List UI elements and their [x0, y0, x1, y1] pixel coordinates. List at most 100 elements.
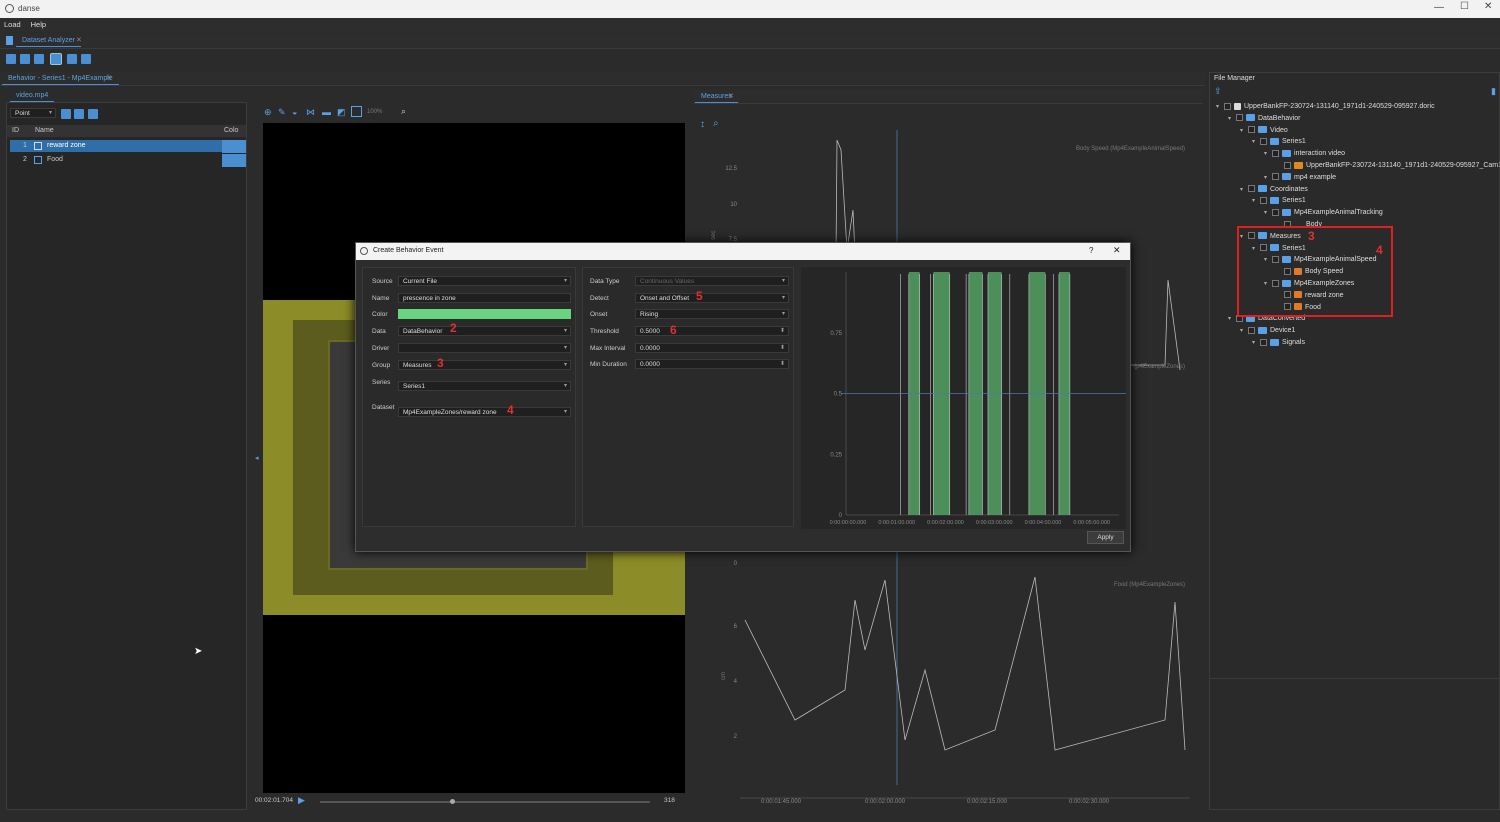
expand-arrow-icon[interactable]: ▾	[1264, 148, 1272, 160]
max-interval-spinbox[interactable]: 0.0000 ⬍	[635, 343, 789, 353]
threshold-spinbox[interactable]: 0.5000 ⬍	[635, 326, 789, 336]
data-type-select[interactable]: Continuous Values ▾	[635, 276, 789, 286]
row-color-swatch[interactable]	[222, 140, 246, 153]
expand-arrow-icon[interactable]: ▾	[1216, 101, 1224, 113]
new-file-icon[interactable]	[6, 54, 16, 64]
apply-button[interactable]: Apply	[1087, 531, 1124, 544]
menu-help[interactable]: Help	[27, 18, 50, 31]
min-duration-spinbox[interactable]: 0.0000 ⬍	[635, 359, 789, 369]
open-file-icon[interactable]	[20, 54, 30, 64]
zoom-icon[interactable]: ⌕	[713, 118, 719, 129]
table-row[interactable]: 2 Food	[10, 154, 246, 167]
onset-select[interactable]: Rising ▾	[635, 309, 789, 319]
maximize-button[interactable]: ☐	[1460, 1, 1469, 12]
minimize-button[interactable]: —	[1434, 2, 1444, 13]
plot-bottom-xtick: 0:00:02:15.000	[967, 799, 1008, 805]
tree-item[interactable]: UpperBankFP-230724-131140_1971d1-240529-…	[1276, 160, 1500, 172]
mode-select[interactable]: Point ▾	[10, 108, 56, 118]
expand-arrow-icon[interactable]: ▾	[1252, 136, 1260, 148]
expand-arrow-icon[interactable]: ▾	[1264, 172, 1272, 184]
data-select[interactable]: DataBehavior ▾	[398, 326, 571, 336]
source-select[interactable]: Current File ▾	[398, 276, 571, 286]
expand-arrow-icon[interactable]: ▾	[1240, 125, 1248, 137]
play-icon[interactable]: ▶	[298, 795, 305, 806]
expand-icon[interactable]	[351, 106, 362, 117]
expand-arrow-icon[interactable]: ▾	[1252, 337, 1260, 349]
tree-item[interactable]: ▾ Signals	[1252, 337, 1305, 349]
nodes-icon[interactable]: ⋈	[306, 107, 315, 118]
tree-item[interactable]: ▾ DataBehavior	[1228, 113, 1300, 125]
series-select[interactable]: Series1 ▾	[398, 381, 571, 391]
tree-item[interactable]: ▾ interaction video	[1264, 148, 1345, 160]
tree-checkbox[interactable]	[1248, 326, 1255, 334]
behavior-icon[interactable]	[50, 53, 62, 65]
close-window-button[interactable]: ✕	[1484, 1, 1492, 12]
menu-load[interactable]: Load	[0, 18, 25, 31]
tree-checkbox[interactable]	[1248, 126, 1255, 134]
save-file-icon[interactable]	[34, 54, 44, 64]
tree-checkbox[interactable]	[1272, 149, 1279, 157]
name-input[interactable]: prescence in zone	[398, 293, 571, 303]
expand-arrow-icon[interactable]: ▾	[1264, 207, 1272, 219]
help-button[interactable]: ?	[1089, 246, 1093, 255]
row-color-swatch[interactable]	[222, 154, 246, 167]
pen-icon[interactable]: ✎	[278, 107, 286, 118]
tree-item[interactable]: ▾ Device1	[1240, 325, 1295, 337]
crosshair-icon[interactable]: ⊕	[264, 107, 272, 118]
tree-checkbox[interactable]	[1224, 102, 1231, 110]
expand-arrow-icon[interactable]: ▾	[1252, 195, 1260, 207]
delete-icon[interactable]: ▮	[1491, 86, 1496, 97]
seek-slider[interactable]	[320, 799, 650, 804]
delete-icon[interactable]	[74, 109, 84, 119]
tree-checkbox[interactable]	[1284, 161, 1291, 169]
col-name[interactable]: Name	[35, 125, 54, 137]
tree-item[interactable]: ▾ Series1	[1252, 195, 1306, 207]
col-color[interactable]: Colo	[224, 125, 238, 137]
close-tab-icon[interactable]: ✕	[106, 74, 112, 82]
vertical-zoom-icon[interactable]: ↕	[700, 119, 705, 130]
tree-checkbox[interactable]	[1248, 185, 1255, 193]
tree-checkbox[interactable]	[1260, 197, 1267, 205]
tree-item[interactable]: ▾ UpperBankFP-230724-131140_1971d1-240529…	[1216, 101, 1435, 113]
tree-checkbox[interactable]	[1236, 114, 1243, 122]
collapse-arrow-icon[interactable]: ◂	[255, 454, 259, 462]
tree-checkbox[interactable]	[1272, 173, 1279, 181]
brush-icon[interactable]: ◒	[292, 107, 297, 117]
tab-dataset-analyzer[interactable]: Dataset Analyzer	[16, 35, 81, 47]
tree-label: Series1	[1282, 197, 1306, 205]
dialog-close-button[interactable]: ✕	[1113, 245, 1121, 256]
detect-select[interactable]: Onset and Offset ▾	[635, 293, 789, 303]
search-icon[interactable]: ⌕	[401, 106, 406, 117]
seek-handle[interactable]	[450, 799, 455, 804]
tree-item[interactable]: ▾ mp4 example	[1264, 172, 1336, 184]
dataset-select[interactable]: Mp4ExampleZones/reward zone ▾	[398, 407, 571, 417]
tree-item[interactable]: ▾ Series1	[1252, 136, 1306, 148]
tree-checkbox[interactable]	[1260, 338, 1267, 346]
close-tab-icon[interactable]: ✕	[76, 36, 82, 44]
tab-behavior[interactable]: Behavior - Series1 - Mp4Example	[2, 73, 119, 85]
expand-arrow-icon[interactable]: ▾	[1240, 184, 1248, 196]
expand-arrow-icon[interactable]: ▾	[1228, 313, 1236, 325]
tree-item[interactable]: ▾ Video	[1240, 125, 1288, 137]
lock-icon[interactable]	[61, 109, 71, 119]
group-select[interactable]: Measures ▾	[398, 360, 571, 370]
tree-item[interactable]: ▾ Coordinates	[1240, 184, 1308, 196]
fit-icon[interactable]: ◩	[337, 107, 346, 118]
table-row[interactable]: 1 reward zone	[10, 140, 246, 153]
tree-item[interactable]: ▾ Mp4ExampleAnimalTracking	[1264, 207, 1383, 219]
tree-checkbox[interactable]	[1260, 138, 1267, 146]
close-tab-icon[interactable]: ✕	[728, 92, 734, 100]
tab-video[interactable]: video.mp4	[10, 90, 55, 102]
upload-icon[interactable]: ⇪	[1214, 86, 1222, 97]
tree-checkbox[interactable]	[1272, 208, 1279, 216]
col-id[interactable]: ID	[12, 125, 19, 137]
driver-select[interactable]: ▾	[398, 343, 571, 353]
graph-icon[interactable]	[88, 109, 98, 119]
minus-icon[interactable]: ▬	[322, 107, 331, 117]
chart-icon[interactable]	[81, 54, 91, 64]
list-icon[interactable]	[67, 54, 77, 64]
color-picker[interactable]	[398, 309, 571, 319]
expand-arrow-icon[interactable]: ▾	[1240, 325, 1248, 337]
expand-arrow-icon[interactable]: ▾	[1228, 113, 1236, 125]
zoom-level[interactable]: 100%	[367, 109, 382, 115]
